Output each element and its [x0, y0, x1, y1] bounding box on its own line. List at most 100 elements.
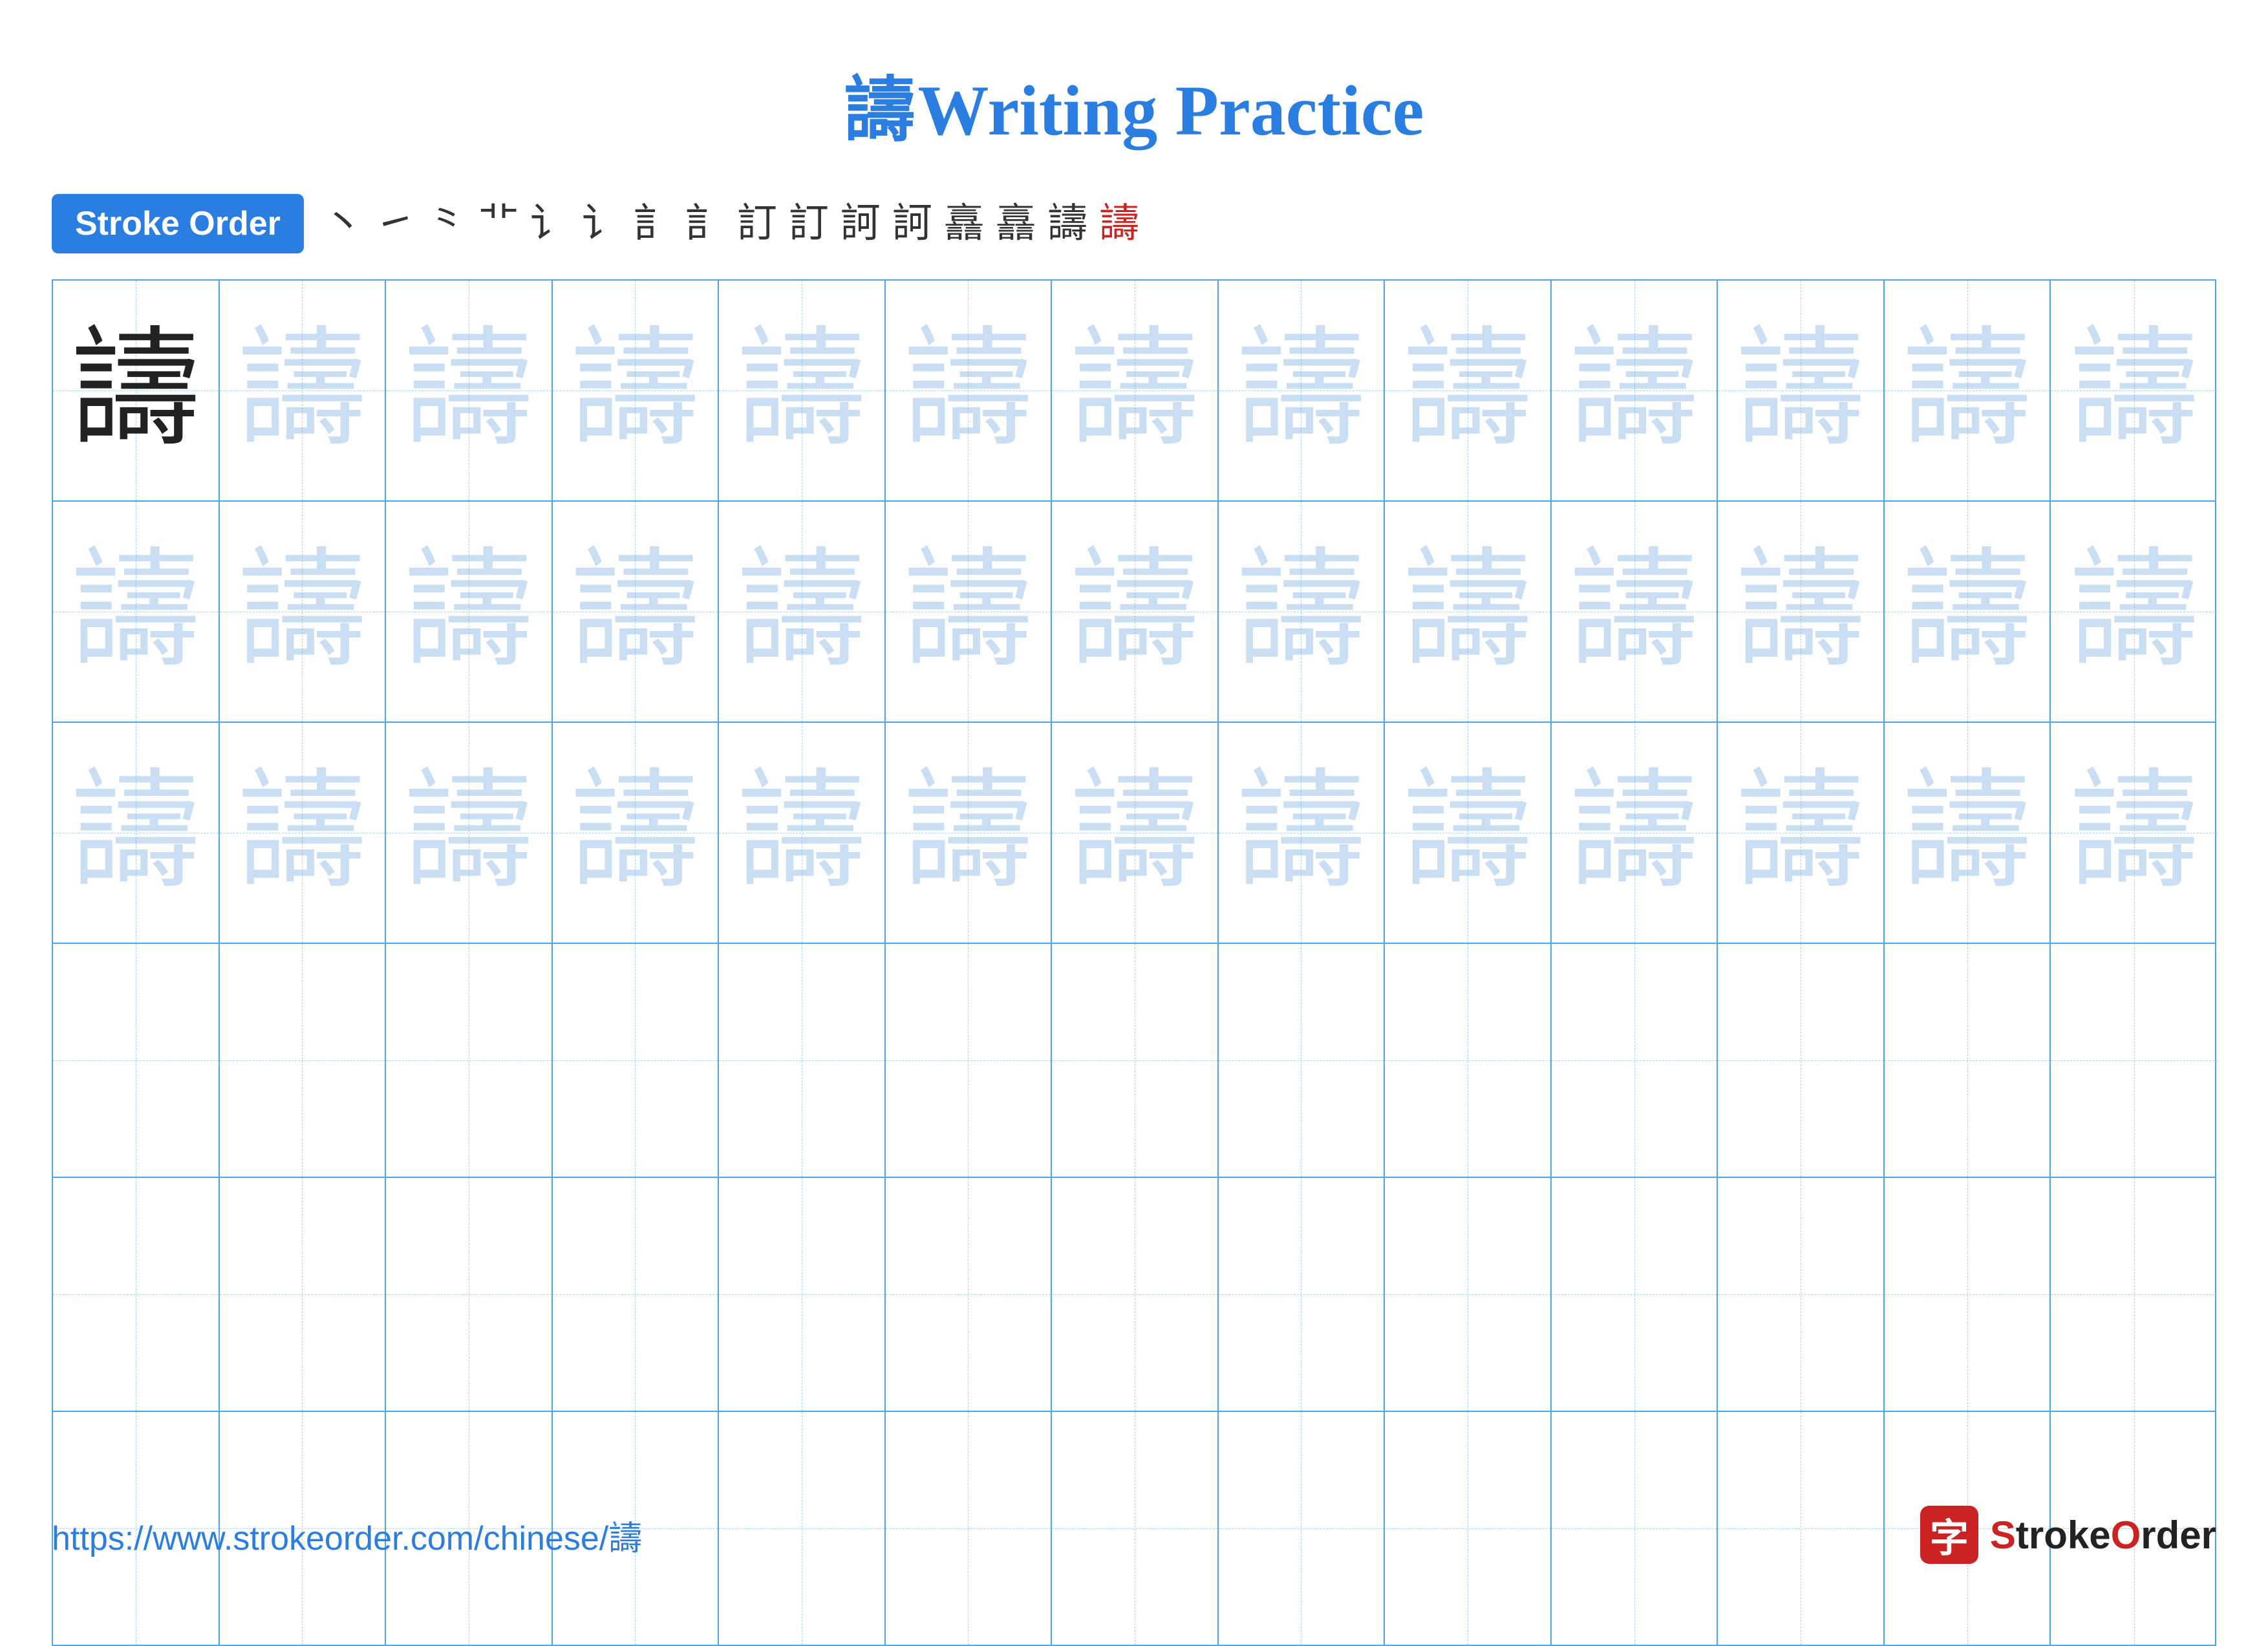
grid-cell-4-8[interactable] — [1219, 944, 1385, 1177]
grid-cell-5-2[interactable] — [220, 1178, 387, 1411]
grid-cell-3-10[interactable]: 譸 — [1552, 723, 1718, 943]
grid-cell-1-8[interactable]: 譸 — [1219, 281, 1385, 500]
grid-cell-1-13[interactable]: 譸 — [2051, 281, 2218, 500]
stroke-10: 訂 — [789, 204, 829, 244]
grid-cell-4-9[interactable] — [1385, 944, 1552, 1177]
grid-cell-4-2[interactable] — [220, 944, 387, 1177]
stroke-2: ㇀ — [375, 204, 415, 244]
grid-row-4 — [53, 944, 2215, 1178]
grid-cell-2-2[interactable]: 譸 — [220, 502, 387, 721]
grid-cell-4-7[interactable] — [1052, 944, 1219, 1177]
char-light: 譸 — [1903, 547, 2032, 676]
grid-cell-3-12[interactable]: 譸 — [1885, 723, 2051, 943]
grid-cell-5-13[interactable] — [2051, 1178, 2218, 1411]
grid-cell-5-9[interactable] — [1385, 1178, 1552, 1411]
char-light: 譸 — [737, 768, 866, 897]
grid-cell-2-10[interactable]: 譸 — [1552, 502, 1718, 721]
grid-cell-3-1[interactable]: 譸 — [53, 723, 220, 943]
grid-cell-1-3[interactable]: 譸 — [386, 281, 553, 500]
practice-area: 譸 譸 譸 譸 譸 譸 譸 譸 譸 譸 譸 譸 — [52, 279, 2216, 1646]
grid-cell-2-1[interactable]: 譸 — [53, 502, 220, 721]
stroke-12: 訶 — [892, 204, 932, 244]
grid-cell-5-12[interactable] — [1885, 1178, 2051, 1411]
grid-cell-1-4[interactable]: 譸 — [553, 281, 720, 500]
grid-cell-3-5[interactable]: 譸 — [719, 723, 886, 943]
grid-cell-3-4[interactable]: 譸 — [553, 723, 720, 943]
char-light: 譸 — [570, 768, 700, 897]
char-light: 譸 — [2070, 768, 2199, 897]
grid-cell-2-13[interactable]: 譸 — [2051, 502, 2218, 721]
grid-cell-2-5[interactable]: 譸 — [719, 502, 886, 721]
grid-cell-5-5[interactable] — [719, 1178, 886, 1411]
char-light: 譸 — [1070, 326, 1199, 455]
grid-cell-5-3[interactable] — [386, 1178, 553, 1411]
grid-cell-2-12[interactable]: 譸 — [1885, 502, 2051, 721]
char-light: 譸 — [237, 547, 367, 676]
stroke-16: 譸 — [1099, 204, 1139, 244]
grid-cell-3-3[interactable]: 譸 — [386, 723, 553, 943]
grid-cell-5-10[interactable] — [1552, 1178, 1718, 1411]
char-light: 譸 — [737, 547, 866, 676]
grid-cell-3-11[interactable]: 譸 — [1718, 723, 1885, 943]
grid-cell-4-11[interactable] — [1718, 944, 1885, 1177]
grid-cell-1-1[interactable]: 譸 — [53, 281, 220, 500]
grid-cell-4-10[interactable] — [1552, 944, 1718, 1177]
char-light: 譸 — [2070, 547, 2199, 676]
grid-cell-1-9[interactable]: 譸 — [1385, 281, 1552, 500]
grid-cell-5-4[interactable] — [553, 1178, 720, 1411]
char-light: 譸 — [71, 768, 200, 897]
grid-cell-1-12[interactable]: 譸 — [1885, 281, 2051, 500]
char-light: 譸 — [1903, 768, 2032, 897]
char-light: 譸 — [404, 547, 533, 676]
grid-cell-4-13[interactable] — [2051, 944, 2218, 1177]
grid-cell-2-3[interactable]: 譸 — [386, 502, 553, 721]
char-light: 譸 — [1736, 547, 1865, 676]
stroke-6: 讠 — [582, 204, 622, 244]
grid-cell-5-7[interactable] — [1052, 1178, 1219, 1411]
footer-url: https://www.strokeorder.com/chinese/譸 — [52, 1511, 642, 1559]
title-char: 譸 — [844, 71, 915, 150]
grid-cell-4-5[interactable] — [719, 944, 886, 1177]
grid-cell-4-4[interactable] — [553, 944, 720, 1177]
char-light: 譸 — [237, 326, 367, 455]
stroke-8: 訁 — [685, 204, 725, 244]
grid-cell-3-9[interactable]: 譸 — [1385, 723, 1552, 943]
grid-cell-2-8[interactable]: 譸 — [1219, 502, 1385, 721]
grid-cell-5-11[interactable] — [1718, 1178, 1885, 1411]
grid-cell-1-7[interactable]: 譸 — [1052, 281, 1219, 500]
grid-cell-1-11[interactable]: 譸 — [1718, 281, 1885, 500]
grid-cell-2-4[interactable]: 譸 — [553, 502, 720, 721]
grid-cell-5-8[interactable] — [1219, 1178, 1385, 1411]
stroke-15: 譸 — [1047, 204, 1087, 244]
grid-cell-4-3[interactable] — [386, 944, 553, 1177]
char-light: 譸 — [1403, 326, 1532, 455]
char-light: 譸 — [570, 326, 700, 455]
title-text: Writing Practice — [918, 71, 1424, 150]
stroke-order-badge: Stroke Order — [52, 194, 304, 253]
grid-cell-5-6[interactable] — [886, 1178, 1053, 1411]
grid-cell-1-2[interactable]: 譸 — [220, 281, 387, 500]
char-light: 譸 — [903, 326, 1032, 455]
grid-cell-2-11[interactable]: 譸 — [1718, 502, 1885, 721]
grid-cell-3-2[interactable]: 譸 — [220, 723, 387, 943]
grid-cell-4-6[interactable] — [886, 944, 1053, 1177]
stroke-order-row: Stroke Order 丶 ㇀ ⺀ ⻀ 讠 讠 訁 訁 訂 訂 訶 訶 譶 譶… — [0, 194, 2268, 253]
grid-cell-3-6[interactable]: 譸 — [886, 723, 1053, 943]
char-light: 譸 — [1236, 768, 1365, 897]
grid-cell-4-12[interactable] — [1885, 944, 2051, 1177]
char-dark: 譸 — [71, 326, 200, 455]
grid-cell-3-13[interactable]: 譸 — [2051, 723, 2218, 943]
grid-cell-3-8[interactable]: 譸 — [1219, 723, 1385, 943]
grid-row-5 — [53, 1178, 2215, 1412]
grid-cell-5-1[interactable] — [53, 1178, 220, 1411]
grid-cell-1-5[interactable]: 譸 — [719, 281, 886, 500]
grid-cell-2-9[interactable]: 譸 — [1385, 502, 1552, 721]
footer: https://www.strokeorder.com/chinese/譸 字 … — [52, 1506, 2216, 1564]
grid-cell-1-10[interactable]: 譸 — [1552, 281, 1718, 500]
grid-cell-2-6[interactable]: 譸 — [886, 502, 1053, 721]
stroke-14: 譶 — [996, 204, 1036, 244]
grid-cell-4-1[interactable] — [53, 944, 220, 1177]
grid-cell-1-6[interactable]: 譸 — [886, 281, 1053, 500]
grid-cell-3-7[interactable]: 譸 — [1052, 723, 1219, 943]
grid-cell-2-7[interactable]: 譸 — [1052, 502, 1219, 721]
